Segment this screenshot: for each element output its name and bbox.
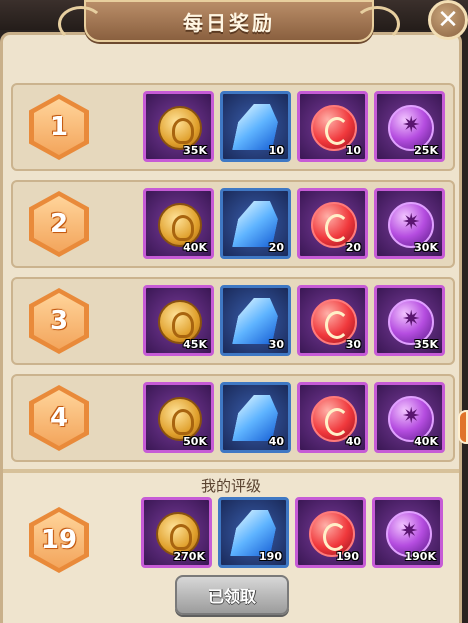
level-number: 3 xyxy=(34,293,84,349)
item-quantity: 40K xyxy=(183,241,207,254)
item-quantity: 190 xyxy=(336,550,359,563)
item-quantity: 190K xyxy=(404,550,437,563)
item-quantity: 35K xyxy=(414,338,438,351)
level-number: 1 xyxy=(34,99,84,155)
item-quantity: 10 xyxy=(345,144,361,157)
reward-row: 1 35K 10 10 25K xyxy=(11,83,455,171)
item-quantity: 40 xyxy=(345,435,361,448)
blue-crystal-item[interactable]: 30 xyxy=(220,285,291,356)
blue-crystal-item[interactable]: 40 xyxy=(220,382,291,453)
claimed-button[interactable]: 已领取 xyxy=(175,575,289,615)
close-icon: ✕ xyxy=(437,5,459,35)
side-tab[interactable] xyxy=(458,410,468,444)
reward-row: 2 40K 20 20 30K xyxy=(11,180,455,268)
level-badge: 3 xyxy=(29,288,89,354)
gold-coin-item[interactable]: 50K xyxy=(143,382,214,453)
reward-row: 3 45K 30 30 35K xyxy=(11,277,455,365)
item-quantity: 30 xyxy=(268,338,284,351)
red-orb-item[interactable]: 30 xyxy=(297,285,368,356)
purple-orb-item[interactable]: 35K xyxy=(374,285,445,356)
item-quantity: 30 xyxy=(345,338,361,351)
purple-orb-item[interactable]: 40K xyxy=(374,382,445,453)
item-quantity: 190 xyxy=(259,550,282,563)
gold-coin-item[interactable]: 40K xyxy=(143,188,214,259)
red-orb-item[interactable]: 10 xyxy=(297,91,368,162)
item-quantity: 40 xyxy=(268,435,284,448)
title-banner: 每日奖励 xyxy=(58,0,400,42)
item-quantity: 45K xyxy=(183,338,207,351)
item-quantity: 10 xyxy=(268,144,284,157)
item-quantity: 35K xyxy=(183,144,207,157)
gold-coin-item[interactable]: 35K xyxy=(143,91,214,162)
item-quantity: 25K xyxy=(414,144,438,157)
level-badge: 1 xyxy=(29,94,89,160)
blue-crystal-item[interactable]: 190 xyxy=(218,497,289,568)
page-title: 每日奖励 xyxy=(183,10,275,35)
daily-reward-panel: 1 35K 10 10 25K 2 40K 20 20 30K 3 45K 30… xyxy=(0,32,462,623)
gold-coin-item[interactable]: 270K xyxy=(141,497,212,568)
gold-coin-item[interactable]: 45K xyxy=(143,285,214,356)
reward-list[interactable]: 1 35K 10 10 25K 2 40K 20 20 30K 3 45K 30… xyxy=(11,83,457,495)
item-quantity: 270K xyxy=(173,550,206,563)
item-quantity: 50K xyxy=(183,435,207,448)
item-quantity: 20 xyxy=(268,241,284,254)
purple-orb-item[interactable]: 190K xyxy=(372,497,443,568)
blue-crystal-item[interactable]: 20 xyxy=(220,188,291,259)
item-quantity: 20 xyxy=(345,241,361,254)
my-rating-label: 我的评级 xyxy=(200,477,261,495)
reward-row: 4 50K 40 40 40K xyxy=(11,374,455,462)
purple-orb-item[interactable]: 25K xyxy=(374,91,445,162)
level-badge: 2 xyxy=(29,191,89,257)
my-level-number: 19 xyxy=(34,512,84,568)
level-number: 4 xyxy=(34,390,84,446)
red-orb-item[interactable]: 190 xyxy=(295,497,366,568)
item-quantity: 30K xyxy=(414,241,438,254)
red-orb-item[interactable]: 20 xyxy=(297,188,368,259)
level-badge: 4 xyxy=(29,385,89,451)
red-orb-item[interactable]: 40 xyxy=(297,382,368,453)
purple-orb-item[interactable]: 30K xyxy=(374,188,445,259)
my-rating-section: 我的评级 19 270K 190 190 190K 已领取 xyxy=(3,473,459,623)
blue-crystal-item[interactable]: 10 xyxy=(220,91,291,162)
level-number: 2 xyxy=(34,196,84,252)
item-quantity: 40K xyxy=(414,435,438,448)
close-button[interactable]: ✕ xyxy=(428,0,468,40)
my-level-badge: 19 xyxy=(29,507,89,573)
